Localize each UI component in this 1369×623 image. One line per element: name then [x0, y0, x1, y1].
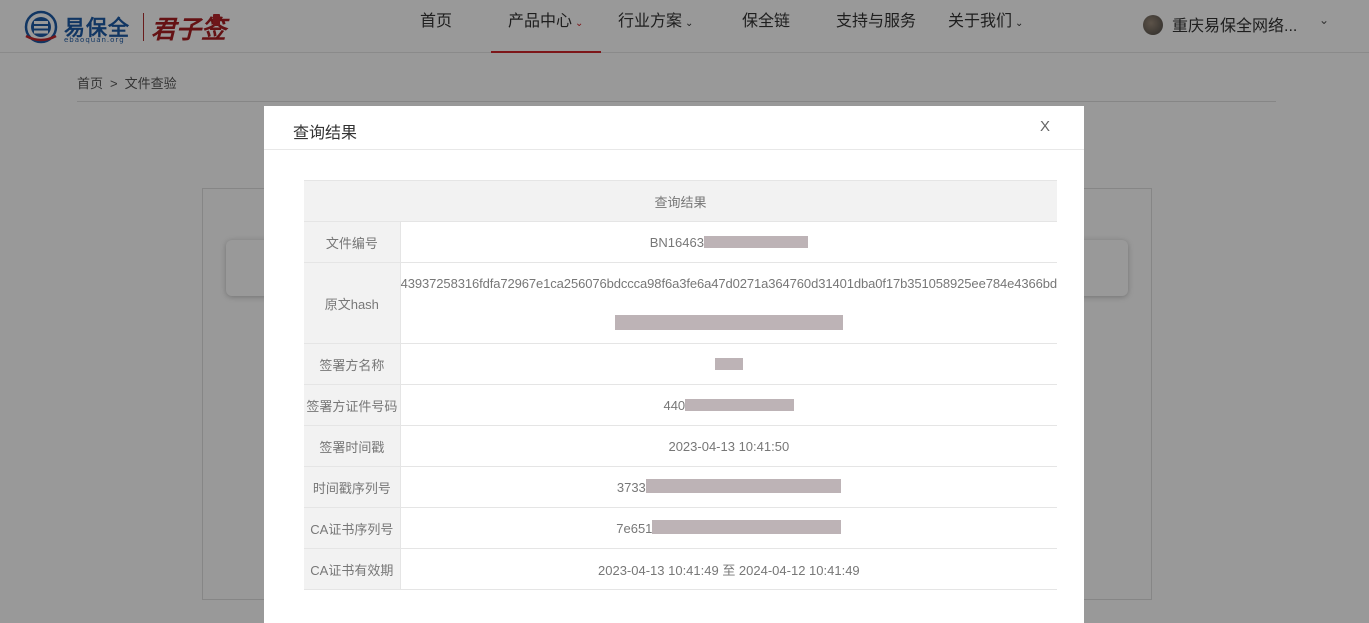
ca-validity-value: 2023-04-13 10:41:49 至 2024-04-12 10:41:4… — [598, 562, 860, 578]
modal-title: 查询结果 — [293, 125, 358, 142]
row-value: 440 — [400, 384, 1057, 426]
row-label: 签署方名称 — [304, 343, 401, 385]
row-label: 签署方证件号码 — [304, 384, 401, 426]
row-value: 7e651 — [400, 507, 1057, 549]
row-label: 原文hash — [304, 262, 401, 344]
redaction-block — [685, 398, 795, 411]
redaction-block — [652, 520, 842, 534]
result-table: 查询结果 文件编号 BN16463 原文hash 43937258316fdfa… — [304, 180, 1057, 590]
query-result-modal: 查询结果 X 查询结果 文件编号 BN16463 原文hash 43937258… — [264, 106, 1084, 623]
timestamp-serial-value: 3733 — [616, 480, 646, 495]
table-row: 原文hash 43937258316fdfa72967e1ca256076bdc… — [304, 262, 1057, 344]
row-value: BN16463 — [400, 221, 1057, 263]
row-value: 2023-04-13 10:41:49 至 2024-04-12 10:41:4… — [400, 548, 1057, 590]
row-label: 时间戳序列号 — [304, 466, 401, 508]
redaction-block — [614, 315, 843, 330]
table-row: CA证书序列号 7e651 — [304, 507, 1057, 549]
ca-serial-value: 7e651 — [616, 521, 653, 536]
table-row: 时间戳序列号 3733 — [304, 466, 1057, 508]
table-row: 文件编号 BN16463 — [304, 221, 1057, 263]
row-label: CA证书有效期 — [304, 548, 401, 590]
redaction-block — [645, 479, 841, 493]
row-value: 2023-04-13 10:41:50 — [400, 425, 1057, 467]
row-label: 签署时间戳 — [304, 425, 401, 467]
table-row: 签署方名称 — [304, 343, 1057, 385]
table-row: 签署时间戳 2023-04-13 10:41:50 — [304, 425, 1057, 467]
row-label: 文件编号 — [304, 221, 401, 263]
sign-timestamp-value: 2023-04-13 10:41:50 — [668, 438, 790, 454]
hash-value: 43937258316fdfa72967e1ca256076bdccca98f6… — [400, 276, 1057, 291]
file-number-value: BN16463 — [649, 234, 704, 250]
redaction-block — [714, 357, 743, 370]
row-value — [400, 343, 1057, 385]
table-header-row: 查询结果 — [304, 180, 1057, 222]
table-row: 签署方证件号码 440 — [304, 384, 1057, 426]
row-value: 43937258316fdfa72967e1ca256076bdccca98f6… — [400, 262, 1057, 344]
table-row: CA证书有效期 2023-04-13 10:41:49 至 2024-04-12… — [304, 548, 1057, 590]
close-button[interactable]: X — [1040, 118, 1050, 135]
redaction-block — [703, 235, 808, 248]
modal-header: 查询结果 X — [264, 106, 1084, 150]
row-label: CA证书序列号 — [304, 507, 401, 549]
table-header: 查询结果 — [304, 180, 1057, 222]
row-value: 3733 — [400, 466, 1057, 508]
signer-id-value: 440 — [663, 397, 686, 413]
